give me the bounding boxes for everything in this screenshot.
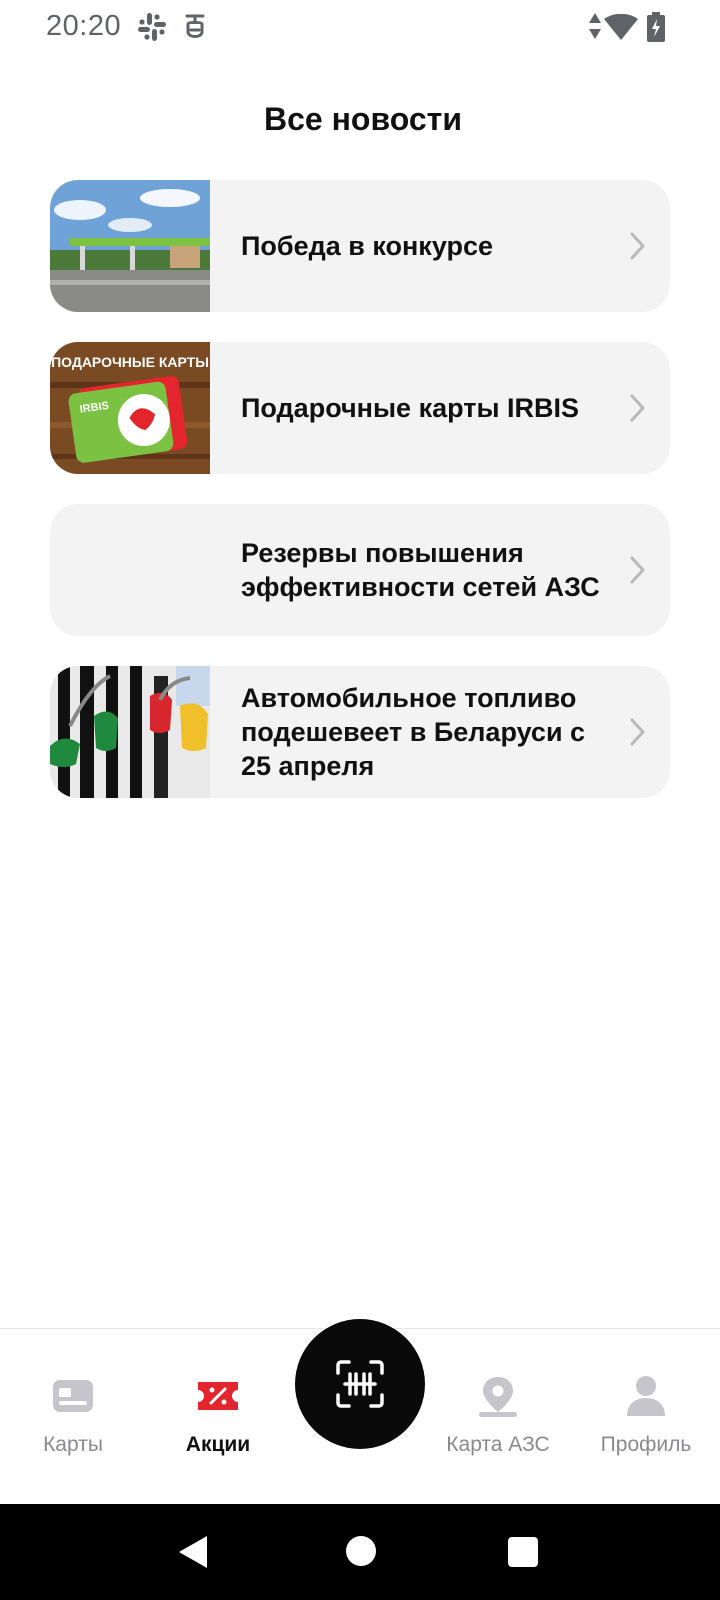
- news-thumbnail-empty: [50, 504, 210, 636]
- notification-icon: [185, 14, 205, 38]
- nav-item-promos[interactable]: Акции: [148, 1329, 288, 1505]
- thumbnail-caption: ПОДАРОЧНЫЕ КАРТЫ: [51, 354, 209, 370]
- news-thumbnail: ПОДАРОЧНЫЕ КАРТЫ IRBIS: [50, 342, 210, 474]
- news-thumbnail: [50, 666, 210, 798]
- battery-charging-icon: [647, 12, 665, 42]
- nav-label: Профиль: [600, 1433, 692, 1456]
- page-title: Все новости: [264, 101, 462, 137]
- fuel-nozzles-photo: [50, 666, 210, 798]
- news-title: Подарочные карты IRBIS: [241, 393, 580, 423]
- nav-label: Карта АЗС: [446, 1433, 550, 1456]
- map-pin-icon: [479, 1377, 517, 1417]
- news-title: Победа в конкурсе: [241, 231, 494, 261]
- gift-cards-photo: ПОДАРОЧНЫЕ КАРТЫ IRBIS: [50, 342, 210, 474]
- recents-icon[interactable]: [508, 1537, 538, 1567]
- barcode-scan-icon: [336, 1360, 384, 1408]
- mobile-data-icon: [589, 13, 601, 39]
- promo-percent-icon: [198, 1382, 238, 1410]
- chevron-right-icon: [630, 232, 645, 260]
- news-card[interactable]: Автомобильное топливо подешевеет в Белар…: [50, 666, 670, 798]
- news-card[interactable]: Победа в конкурсе: [50, 180, 670, 312]
- home-icon[interactable]: [346, 1536, 376, 1566]
- wifi-icon: [604, 14, 638, 40]
- slack-icon: [138, 13, 166, 41]
- scan-button[interactable]: [295, 1319, 425, 1449]
- nav-label: Акции: [185, 1433, 251, 1456]
- news-card[interactable]: Резервы повышения эффективности сетей АЗ…: [50, 504, 670, 636]
- nav-item-station-map[interactable]: Карта АЗС: [428, 1329, 568, 1505]
- news-title: Резервы повышения эффективности сетей АЗ…: [241, 538, 600, 602]
- profile-icon: [627, 1376, 665, 1416]
- system-nav-bar: [0, 1504, 720, 1600]
- nav-label: Карты: [43, 1433, 103, 1456]
- back-icon[interactable]: [177, 1534, 209, 1570]
- gas-station-photo: [50, 180, 210, 312]
- news-thumbnail: [50, 180, 210, 312]
- chevron-right-icon: [630, 556, 645, 584]
- cards-icon: [53, 1380, 93, 1412]
- status-bar: 20:20: [0, 0, 720, 56]
- chevron-right-icon: [630, 394, 645, 422]
- nav-item-cards[interactable]: Карты: [3, 1329, 143, 1505]
- news-card[interactable]: ПОДАРОЧНЫЕ КАРТЫ IRBIS Подарочные карты …: [50, 342, 670, 474]
- chevron-right-icon: [630, 718, 645, 746]
- status-time: 20:20: [46, 10, 122, 42]
- news-title: Автомобильное топливо подешевеет в Белар…: [241, 683, 586, 781]
- nav-item-profile[interactable]: Профиль: [576, 1329, 716, 1505]
